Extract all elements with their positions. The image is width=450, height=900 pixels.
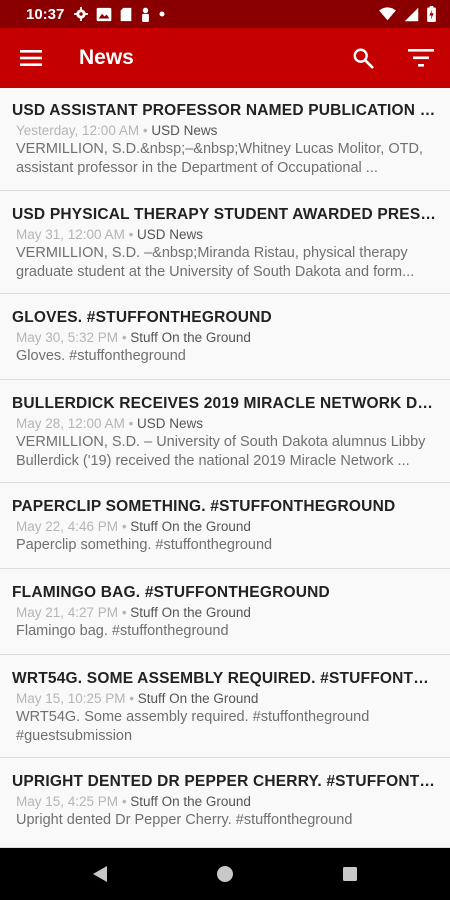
status-icons-right bbox=[379, 6, 436, 22]
news-item[interactable]: BULLERDICK RECEIVES 2019 MIRACLE NETWORK… bbox=[0, 380, 450, 483]
news-item[interactable]: UPRIGHT DENTED DR PEPPER CHERRY. #STUFFO… bbox=[0, 758, 450, 848]
news-item[interactable]: WRT54G. SOME ASSEMBLY REQUIRED. #STUFFON… bbox=[0, 655, 450, 758]
news-meta: May 28, 12:00 AM • USD News bbox=[16, 414, 436, 433]
meta-separator: • bbox=[125, 691, 138, 706]
dot-icon bbox=[159, 11, 165, 17]
news-summary: WRT54G. Some assembly required. #stuffon… bbox=[16, 709, 370, 744]
news-title: UPRIGHT DENTED DR PEPPER CHERRY. #STUFFO… bbox=[12, 773, 436, 790]
news-meta: May 30, 5:32 PM • Stuff On the Ground bbox=[16, 328, 436, 347]
news-meta: Yesterday, 12:00 AM • USD News bbox=[16, 121, 436, 140]
news-date: May 21, 4:27 PM bbox=[16, 605, 119, 620]
search-icon bbox=[353, 48, 374, 69]
app-bar: News bbox=[0, 28, 450, 88]
sd-card-icon bbox=[121, 7, 132, 21]
meta-separator: • bbox=[118, 519, 131, 534]
news-summary: VERMILLION, S.D. – University of South D… bbox=[16, 434, 426, 469]
meta-separator: • bbox=[124, 227, 138, 242]
news-date: May 30, 5:32 PM bbox=[16, 330, 119, 345]
status-icons-left bbox=[74, 7, 165, 22]
news-title: GLOVES. #STUFFONTHEGROUND bbox=[12, 309, 272, 326]
news-summary: Upright dented Dr Pepper Cherry. #stuffo… bbox=[16, 812, 353, 828]
signal-icon bbox=[404, 7, 419, 21]
news-item[interactable]: GLOVES. #STUFFONTHEGROUND May 30, 5:32 P… bbox=[0, 294, 450, 380]
meta-separator: • bbox=[118, 605, 131, 620]
status-time: 10:37 bbox=[26, 5, 65, 23]
news-source: USD News bbox=[137, 416, 204, 431]
navigation-bar bbox=[0, 848, 450, 900]
news-meta: May 21, 4:27 PM • Stuff On the Ground bbox=[16, 603, 436, 622]
news-source: Stuff On the Ground bbox=[130, 519, 251, 534]
hamburger-menu-icon bbox=[20, 50, 42, 66]
news-title: BULLERDICK RECEIVES 2019 MIRACLE NETWORK… bbox=[12, 395, 436, 412]
person-icon bbox=[142, 7, 150, 22]
menu-button[interactable] bbox=[0, 28, 62, 88]
news-source: Stuff On the Ground bbox=[137, 691, 259, 706]
news-list[interactable]: USD ASSISTANT PROFESSOR NAMED PUBLICATIO… bbox=[0, 88, 450, 848]
news-source: USD News bbox=[137, 227, 204, 242]
filter-icon bbox=[408, 49, 434, 67]
news-title: PAPERCLIP SOMETHING. #STUFFONTHEGROUND bbox=[12, 498, 396, 515]
news-source: Stuff On the Ground bbox=[130, 605, 251, 620]
news-date: Yesterday, 12:00 AM bbox=[16, 123, 140, 138]
news-source: Stuff On the Ground bbox=[130, 794, 251, 809]
news-title: FLAMINGO BAG. #STUFFONTHEGROUND bbox=[12, 584, 330, 601]
news-title: USD PHYSICAL THERAPY STUDENT AWARDED PRE… bbox=[12, 206, 436, 223]
status-bar: 10:37 bbox=[0, 0, 450, 28]
home-circle-icon bbox=[217, 866, 233, 882]
recents-button[interactable] bbox=[320, 848, 380, 900]
gear-icon bbox=[74, 7, 89, 21]
news-item[interactable]: PAPERCLIP SOMETHING. #STUFFONTHEGROUND M… bbox=[0, 483, 450, 569]
news-date: May 15, 4:25 PM bbox=[16, 794, 119, 809]
home-button[interactable] bbox=[195, 848, 255, 900]
news-summary: Flamingo bag. #stuffontheground bbox=[16, 623, 229, 639]
battery-icon bbox=[427, 6, 436, 22]
news-title: USD ASSISTANT PROFESSOR NAMED PUBLICATIO… bbox=[12, 102, 436, 119]
photo-icon bbox=[97, 7, 112, 21]
meta-separator: • bbox=[118, 330, 131, 345]
back-button[interactable] bbox=[70, 848, 130, 900]
news-meta: May 15, 4:25 PM • Stuff On the Ground bbox=[16, 792, 436, 811]
news-meta: May 31, 12:00 AM • USD News bbox=[16, 225, 436, 244]
meta-separator: • bbox=[124, 416, 138, 431]
search-button[interactable] bbox=[338, 28, 388, 88]
page-title: News bbox=[79, 46, 134, 69]
meta-separator: • bbox=[118, 794, 131, 809]
news-title: WRT54G. SOME ASSEMBLY REQUIRED. #STUFFON… bbox=[12, 670, 436, 687]
news-date: May 28, 12:00 AM bbox=[16, 416, 125, 431]
news-date: May 31, 12:00 AM bbox=[16, 227, 125, 242]
meta-separator: • bbox=[139, 123, 152, 138]
news-meta: May 15, 10:25 PM • Stuff On the Ground bbox=[16, 689, 436, 708]
news-summary: VERMILLION, S.D. –&nbsp;Miranda Ristau, … bbox=[16, 245, 415, 280]
news-meta: May 22, 4:46 PM • Stuff On the Ground bbox=[16, 517, 436, 536]
back-triangle-icon bbox=[93, 866, 107, 882]
news-summary: VERMILLION, S.D.&nbsp;–&nbsp;Whitney Luc… bbox=[16, 141, 423, 176]
recents-square-icon bbox=[343, 867, 357, 881]
news-item[interactable]: USD ASSISTANT PROFESSOR NAMED PUBLICATIO… bbox=[0, 88, 450, 191]
news-date: May 22, 4:46 PM bbox=[16, 519, 119, 534]
news-source: USD News bbox=[151, 123, 218, 138]
news-item[interactable]: FLAMINGO BAG. #STUFFONTHEGROUND May 21, … bbox=[0, 569, 450, 655]
wifi-icon bbox=[379, 7, 396, 21]
news-summary: Gloves. #stuffontheground bbox=[16, 348, 186, 364]
news-summary: Paperclip something. #stuffontheground bbox=[16, 537, 273, 553]
news-item[interactable]: USD PHYSICAL THERAPY STUDENT AWARDED PRE… bbox=[0, 191, 450, 294]
filter-button[interactable] bbox=[396, 28, 446, 88]
news-date: May 15, 10:25 PM bbox=[16, 691, 126, 706]
news-source: Stuff On the Ground bbox=[130, 330, 251, 345]
